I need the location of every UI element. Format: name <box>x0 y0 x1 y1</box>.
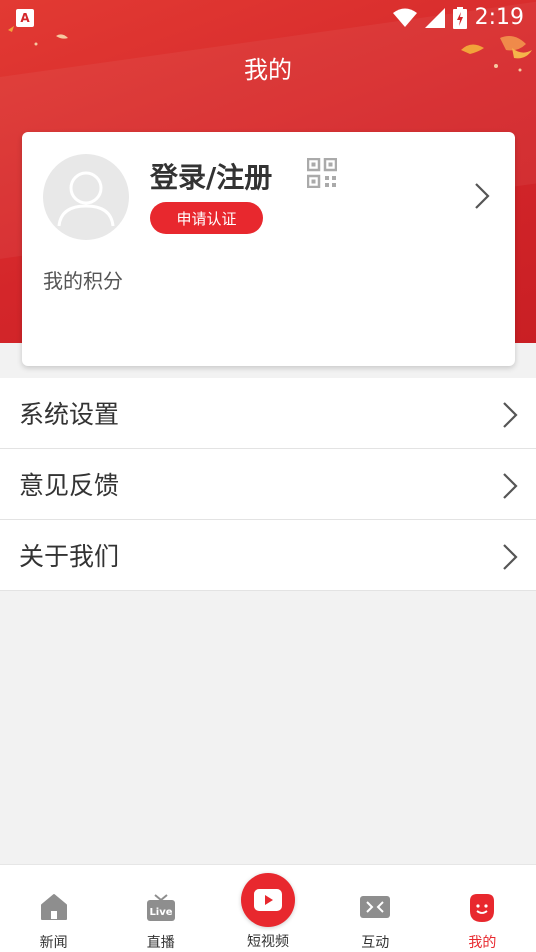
avatar[interactable] <box>43 154 129 240</box>
default-avatar-icon <box>57 171 115 227</box>
tab-label: 短视频 <box>247 934 289 950</box>
menu-item-about-us[interactable]: 关于我们 <box>0 520 536 591</box>
tab-news[interactable]: 新闻 <box>0 865 107 952</box>
home-icon <box>40 894 67 920</box>
chevron-right-icon <box>503 544 518 570</box>
chevron-right-icon[interactable] <box>474 182 490 210</box>
my-points-label[interactable]: 我的积分 <box>43 265 123 294</box>
tab-label: 新闻 <box>39 935 68 951</box>
menu-item-label: 系统设置 <box>19 400 120 429</box>
play-icon <box>241 873 295 927</box>
tab-label: 互动 <box>361 935 390 951</box>
login-register-link[interactable]: 登录/注册 <box>150 156 272 196</box>
chevron-right-icon <box>503 402 518 428</box>
menu-item-label: 关于我们 <box>19 542 120 571</box>
svg-text:Live: Live <box>149 907 172 918</box>
tab-mine[interactable]: 我的 <box>429 865 536 952</box>
tab-live[interactable]: Live 直播 <box>107 865 214 952</box>
smiley-icon <box>470 894 495 922</box>
page-title: 我的 <box>244 56 292 84</box>
tab-label: 我的 <box>468 935 497 951</box>
battery-icon <box>452 6 467 29</box>
interact-icon <box>360 896 391 918</box>
status-right: 2:19 <box>392 5 524 30</box>
tab-label: 直播 <box>146 935 175 951</box>
menu-item-system-settings[interactable]: 系统设置 <box>0 378 536 449</box>
status-time: 2:19 <box>474 5 524 30</box>
tab-short-video[interactable]: 短视频 <box>214 865 321 952</box>
apply-certification-button[interactable]: 申请认证 <box>150 202 263 234</box>
qr-code-icon[interactable] <box>307 158 337 188</box>
live-tv-icon: Live <box>146 894 175 921</box>
settings-menu: 系统设置 意见反馈 关于我们 <box>0 378 536 591</box>
signal-icon <box>424 7 445 28</box>
bottom-tab-bar: 新闻 Live 直播 短视频 互动 我的 <box>0 864 536 952</box>
chevron-right-icon <box>503 473 518 499</box>
tab-interact[interactable]: 互动 <box>322 865 429 952</box>
wifi-icon <box>392 8 417 27</box>
app-notification-icon: A <box>16 9 34 27</box>
menu-item-label: 意见反馈 <box>19 471 120 500</box>
menu-item-feedback[interactable]: 意见反馈 <box>0 449 536 520</box>
status-bar: A 2:19 <box>0 0 536 38</box>
profile-card[interactable]: 登录/注册 申请认证 我的积分 <box>22 132 515 366</box>
